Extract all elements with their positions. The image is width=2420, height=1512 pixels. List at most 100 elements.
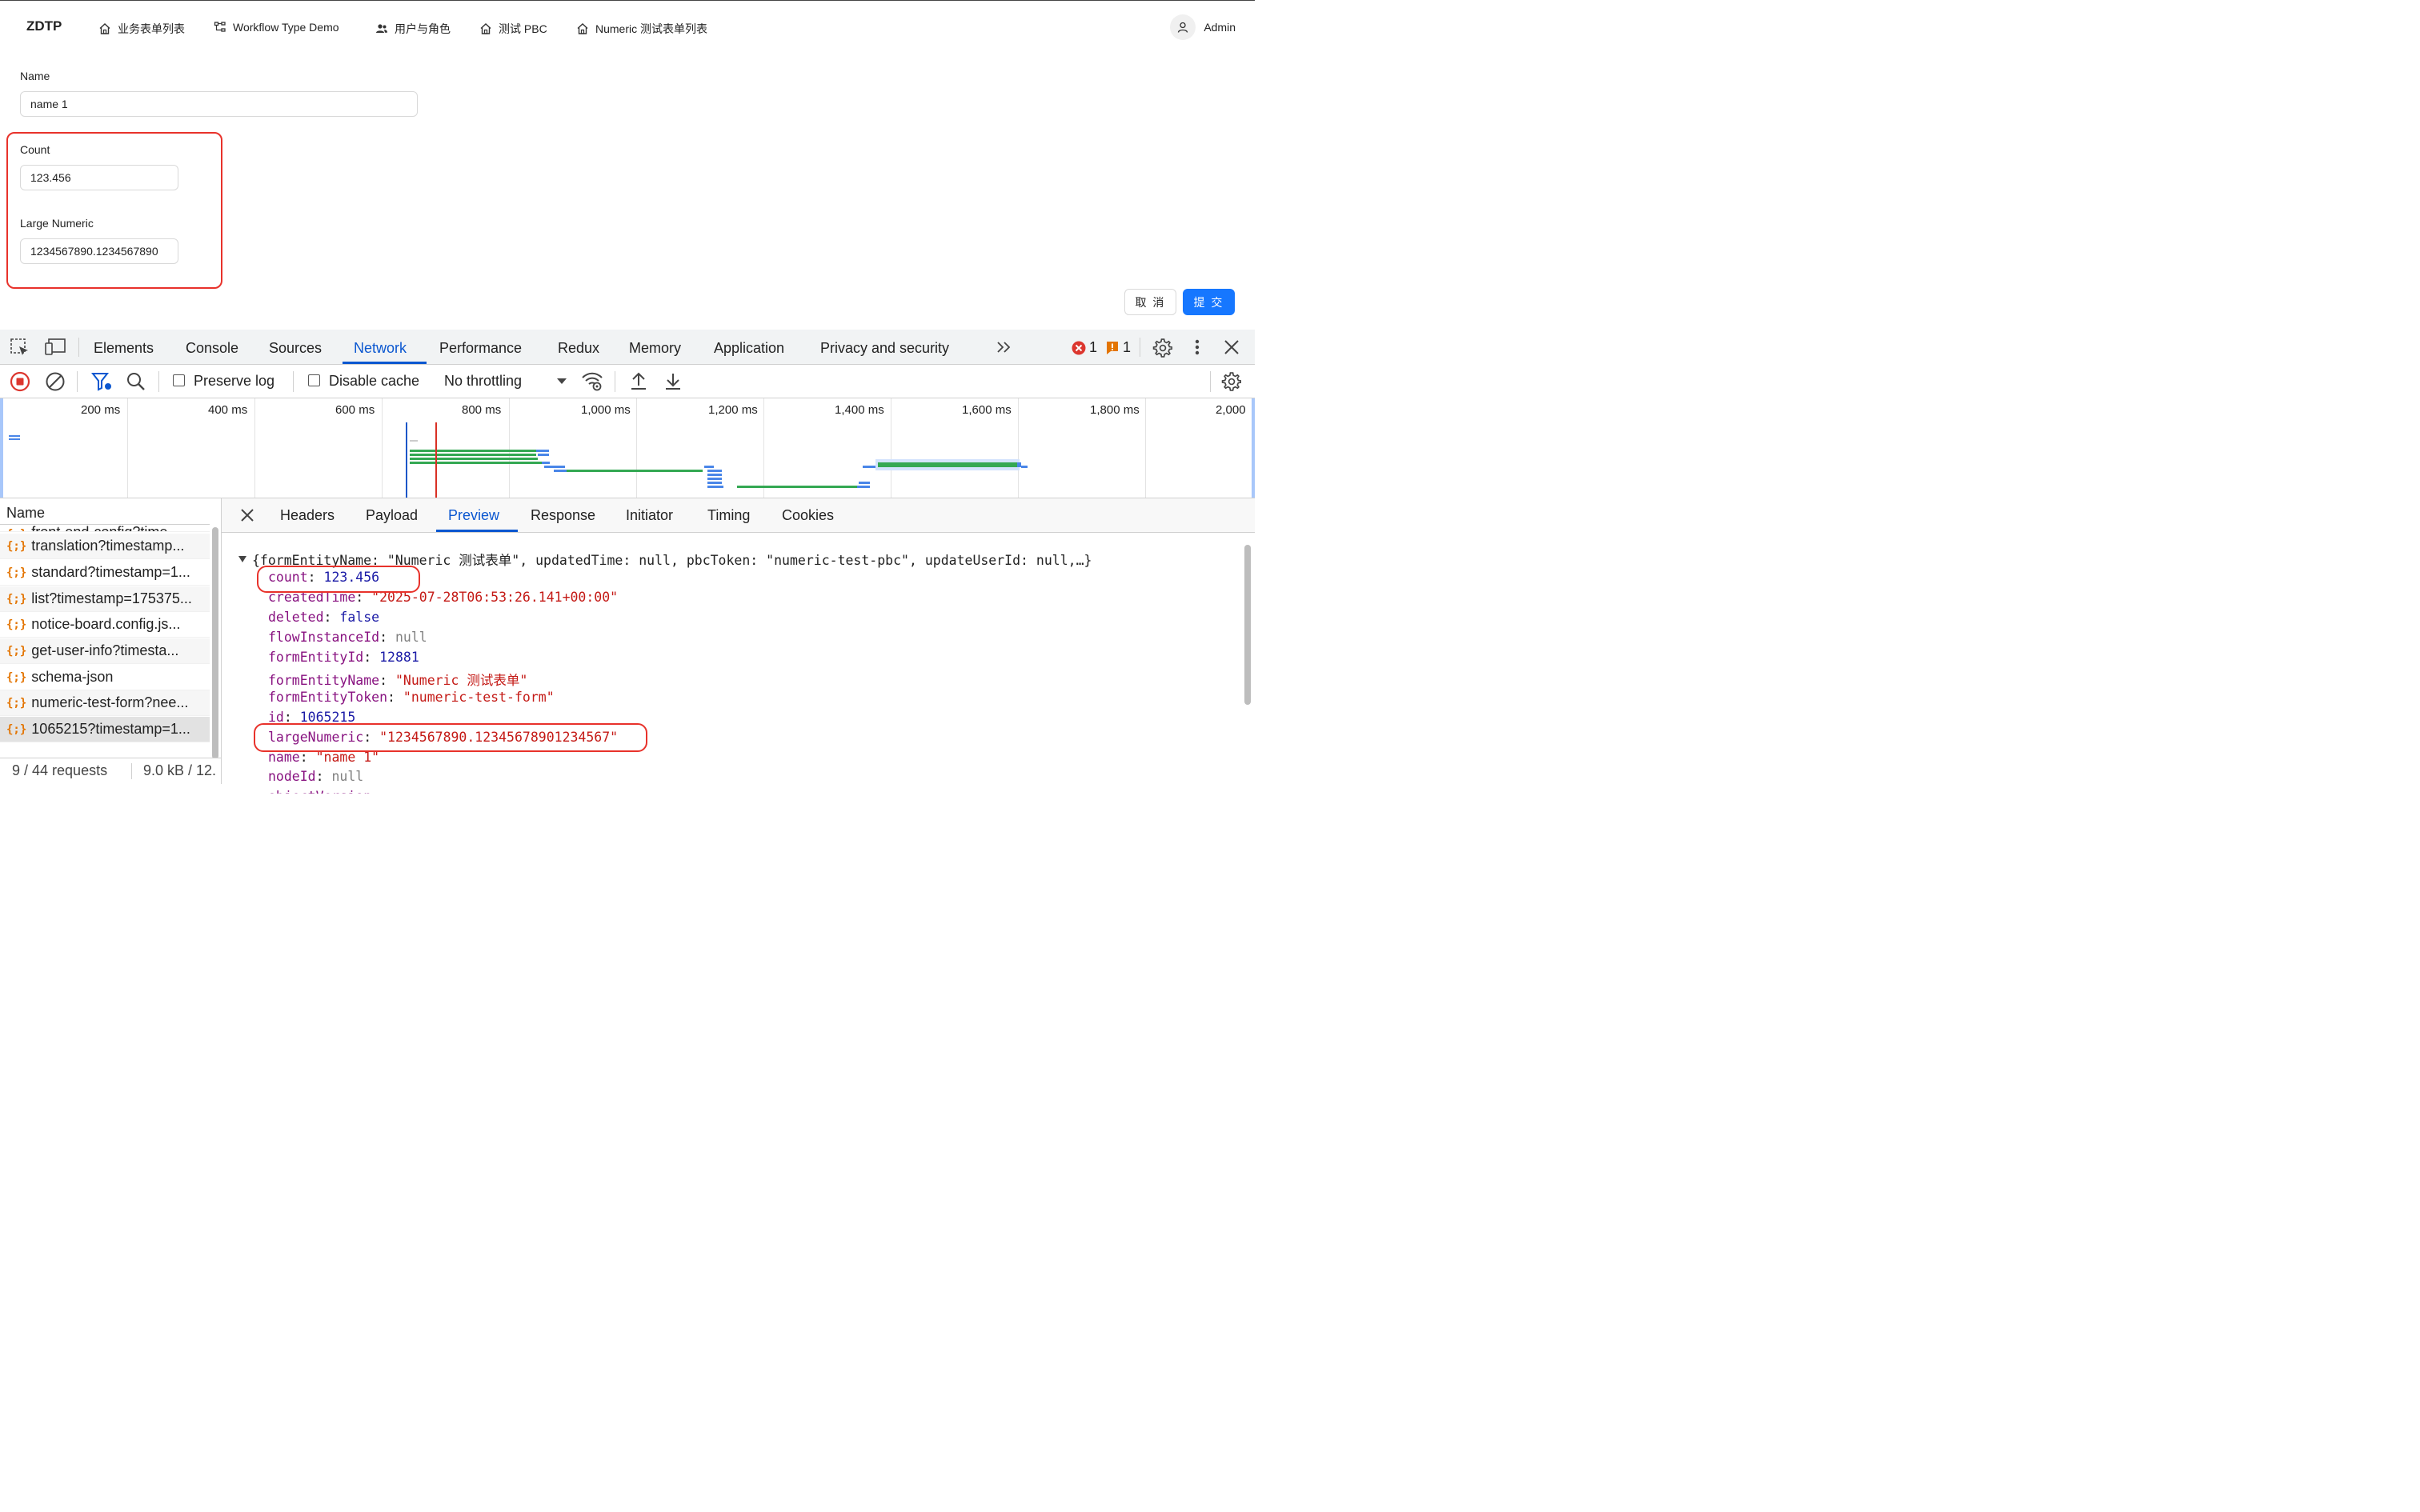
tab-cookies[interactable]: Cookies bbox=[782, 507, 834, 524]
tab-sources[interactable]: Sources bbox=[269, 340, 322, 357]
request-list-panel: Name {;} front-end-config?time... {;}tra… bbox=[0, 498, 222, 784]
error-count: 1 bbox=[1089, 339, 1098, 355]
nav-item-numeric-test-forms[interactable]: Numeric 测试表单列表 bbox=[576, 21, 707, 37]
tab-response[interactable]: Response bbox=[531, 507, 595, 524]
tab-privacy-security[interactable]: Privacy and security bbox=[820, 340, 949, 357]
more-tabs-icon[interactable] bbox=[996, 340, 1013, 354]
more-options-icon[interactable] bbox=[1189, 338, 1205, 357]
workflow-icon bbox=[214, 22, 226, 32]
cancel-button[interactable]: 取 消 bbox=[1124, 289, 1176, 315]
app-page: ZDTP 业务表单列表 Workflow Type Demo 用户与角色 测试 … bbox=[0, 0, 1255, 330]
tab-headers[interactable]: Headers bbox=[280, 507, 335, 524]
clear-log-icon[interactable] bbox=[45, 371, 66, 392]
device-toolbar-icon[interactable] bbox=[45, 338, 67, 357]
import-har-icon[interactable] bbox=[629, 371, 648, 392]
tab-memory[interactable]: Memory bbox=[629, 340, 681, 357]
devtools-tabbar: Elements Console Sources Network Perform… bbox=[0, 330, 1255, 365]
request-row[interactable]: {;} front-end-config?time... bbox=[0, 518, 210, 532]
count-input[interactable] bbox=[20, 165, 178, 190]
request-row[interactable]: {;} translation?timestamp... bbox=[0, 534, 210, 559]
preserve-log-checkbox[interactable] bbox=[173, 374, 185, 386]
json-file-icon: {;} bbox=[6, 592, 27, 606]
tab-preview[interactable]: Preview bbox=[448, 507, 499, 524]
tab-network[interactable]: Network bbox=[354, 340, 407, 357]
tab-application[interactable]: Application bbox=[714, 340, 784, 357]
network-status-bar: 9 / 44 requests 9.0 kB / 12. bbox=[0, 758, 221, 784]
tab-payload[interactable]: Payload bbox=[366, 507, 418, 524]
nav-label: Numeric 测试表单列表 bbox=[595, 22, 708, 35]
request-row[interactable]: {;} schema-json bbox=[0, 665, 210, 690]
request-list-scrollbar[interactable] bbox=[212, 527, 218, 759]
active-tab-indicator bbox=[343, 362, 427, 364]
record-stop-icon[interactable] bbox=[10, 371, 30, 392]
tab-performance[interactable]: Performance bbox=[439, 340, 522, 357]
json-row-flowInstanceId: flowInstanceId: null bbox=[268, 630, 427, 645]
disable-cache-checkbox[interactable] bbox=[308, 374, 320, 386]
error-icon bbox=[1072, 341, 1086, 354]
json-row-nodeId: nodeId: null bbox=[268, 769, 364, 784]
tab-timing[interactable]: Timing bbox=[707, 507, 750, 524]
close-detail-icon[interactable] bbox=[240, 508, 254, 522]
active-detail-tab-indicator bbox=[436, 530, 518, 532]
nav-item-test-pbc[interactable]: 测试 PBC bbox=[479, 21, 547, 37]
request-row-selected[interactable]: {;} 1065215?timestamp=1... bbox=[0, 717, 210, 742]
request-row[interactable]: {;} standard?timestamp=1... bbox=[0, 560, 210, 586]
chevron-down-icon bbox=[557, 378, 567, 384]
expand-triangle-icon[interactable] bbox=[238, 555, 247, 563]
filter-icon[interactable] bbox=[91, 371, 114, 392]
json-file-icon: {;} bbox=[6, 539, 27, 553]
nav-item-business-forms[interactable]: 业务表单列表 bbox=[98, 21, 185, 37]
throttling-select[interactable]: No throttling bbox=[444, 365, 572, 397]
throttling-value: No throttling bbox=[444, 373, 523, 389]
request-row[interactable]: {;} notice-board.config.js... bbox=[0, 612, 210, 638]
request-row[interactable]: {;} list?timestamp=175375... bbox=[0, 586, 210, 612]
close-devtools-icon[interactable] bbox=[1223, 338, 1240, 356]
nav-item-workflow-type-demo[interactable]: Workflow Type Demo bbox=[214, 21, 339, 34]
nav-label: 测试 PBC bbox=[499, 22, 547, 35]
large-numeric-label: Large Numeric bbox=[20, 217, 94, 230]
home-icon bbox=[577, 23, 588, 34]
large-numeric-input[interactable] bbox=[20, 238, 178, 264]
json-row-formEntityId: formEntityId: 12881 bbox=[268, 650, 419, 665]
detail-tabbar: Headers Payload Preview Response Initiat… bbox=[222, 498, 1255, 533]
json-file-icon: {;} bbox=[6, 566, 27, 579]
app-logo[interactable]: ZDTP bbox=[26, 18, 62, 34]
json-file-icon: {;} bbox=[6, 670, 27, 684]
network-settings-gear-icon[interactable] bbox=[1221, 371, 1241, 391]
json-file-icon: {;} bbox=[6, 644, 27, 658]
home-icon bbox=[480, 23, 491, 34]
user-menu[interactable]: Admin bbox=[1170, 14, 1236, 40]
nav-label: 业务表单列表 bbox=[118, 22, 185, 35]
network-timeline-overview[interactable]: 200 ms 400 ms 600 ms 800 ms 1,000 ms 1,2… bbox=[0, 398, 1255, 498]
tab-initiator[interactable]: Initiator bbox=[626, 507, 673, 524]
json-row-formEntityToken: formEntityToken: "numeric-test-form" bbox=[268, 690, 555, 705]
json-row-deleted: deleted: false bbox=[268, 610, 380, 625]
nav-item-users-roles[interactable]: 用户与角色 bbox=[375, 21, 451, 37]
json-file-icon: {;} bbox=[6, 722, 27, 736]
submit-button[interactable]: 提 交 bbox=[1183, 289, 1235, 315]
name-input[interactable] bbox=[20, 91, 418, 117]
json-file-icon: {;} bbox=[6, 618, 27, 631]
request-row[interactable]: {;} get-user-info?timesta... bbox=[0, 638, 210, 664]
warning-counter[interactable]: 1 bbox=[1105, 339, 1131, 356]
json-row-partial: objectVersion bbox=[268, 789, 428, 794]
search-icon[interactable] bbox=[126, 371, 146, 392]
request-detail-panel: Headers Payload Preview Response Initiat… bbox=[222, 498, 1255, 794]
count-label: Count bbox=[20, 143, 50, 156]
preserve-log-label: Preserve log bbox=[194, 373, 275, 389]
settings-gear-icon[interactable] bbox=[1152, 338, 1172, 358]
highlight-box-largeNumeric bbox=[254, 723, 647, 752]
tab-console[interactable]: Console bbox=[186, 340, 238, 357]
export-har-icon[interactable] bbox=[663, 371, 683, 392]
inspect-element-icon[interactable] bbox=[10, 338, 30, 357]
request-row[interactable]: {;} numeric-test-form?nee... bbox=[0, 690, 210, 716]
tab-elements[interactable]: Elements bbox=[94, 340, 154, 357]
network-conditions-icon[interactable] bbox=[581, 370, 603, 391]
user-icon bbox=[1178, 22, 1188, 33]
user-name: Admin bbox=[1204, 21, 1236, 34]
json-row-formEntityName: formEntityName: "Numeric 测试表单" bbox=[268, 673, 528, 688]
highlight-box-count bbox=[257, 566, 420, 593]
tab-redux[interactable]: Redux bbox=[558, 340, 599, 357]
preview-scrollbar[interactable] bbox=[1244, 545, 1251, 705]
error-counter[interactable]: 1 bbox=[1072, 339, 1097, 356]
